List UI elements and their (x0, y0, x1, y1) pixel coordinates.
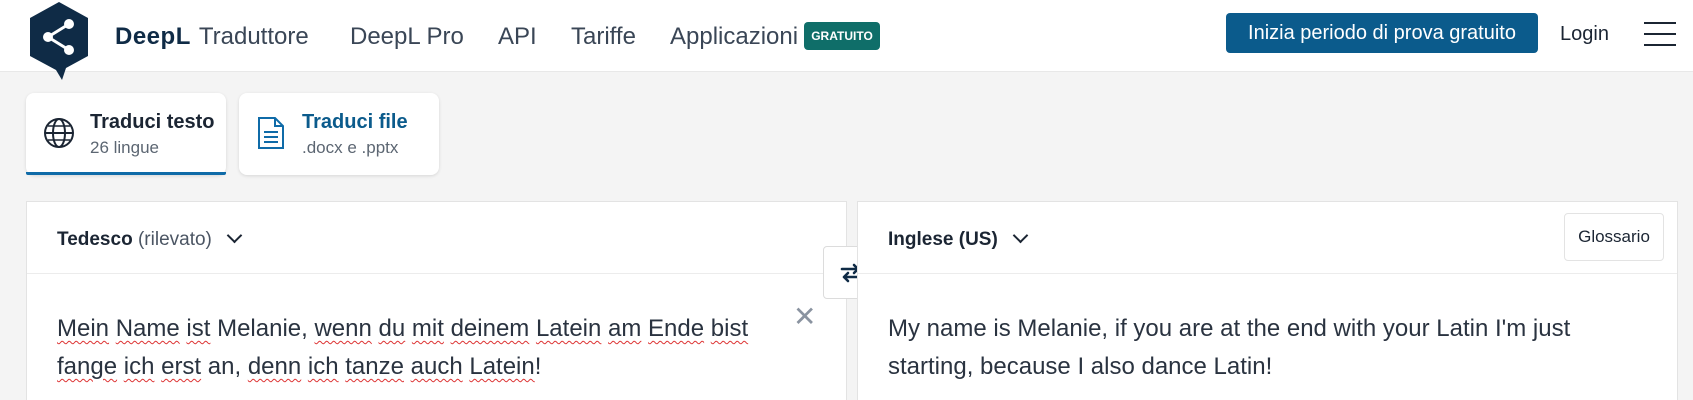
tab-translate-text[interactable]: Traduci testo 26 lingue (26, 93, 226, 175)
free-badge: GRATUITO (804, 22, 880, 50)
brand-product: Traduttore (198, 23, 309, 50)
tab-title: Traduci file (302, 111, 408, 133)
nav-deepl-pro[interactable]: DeepL Pro (350, 23, 464, 51)
source-textarea[interactable]: Mein Name ist Melanie, wenn du mit deine… (57, 310, 797, 386)
source-panel-header: Tedesco (rilevato) (27, 202, 846, 274)
brand-label: DeepL (115, 23, 191, 50)
nav-api[interactable]: API (498, 23, 537, 51)
source-language-selector[interactable]: Tedesco (rilevato) (57, 227, 243, 251)
close-icon[interactable]: ✕ (793, 300, 816, 333)
active-tab-indicator (26, 172, 226, 175)
chevron-down-icon (1012, 227, 1029, 244)
tab-translate-file[interactable]: Traduci file .docx e .pptx (239, 93, 439, 175)
target-translation-text[interactable]: My name is Melanie, if you are at the en… (888, 310, 1648, 386)
nav-applicazioni[interactable]: Applicazioni (670, 23, 798, 51)
tab-title: Traduci testo (90, 111, 215, 133)
source-language: Tedesco (57, 229, 133, 250)
chevron-down-icon (226, 227, 243, 244)
login-link[interactable]: Login (1560, 23, 1609, 46)
nav-tariffe[interactable]: Tariffe (571, 23, 636, 51)
document-icon (258, 117, 284, 149)
source-detected-label: (rilevato) (137, 229, 212, 250)
start-trial-button[interactable]: Inizia periodo di prova gratuito (1226, 13, 1538, 53)
top-bar: DeepL Traduttore DeepL Pro API Tariffe Ap… (0, 0, 1693, 80)
brand-name[interactable]: DeepL Traduttore (115, 23, 309, 51)
source-panel: Tedesco (rilevato) Mein Name ist Melanie… (26, 201, 847, 400)
glossary-button[interactable]: Glossario (1564, 213, 1664, 261)
target-panel-header: Inglese (US) (858, 202, 1677, 274)
target-panel: Inglese (US) My name is Melanie, if you … (857, 201, 1678, 400)
deepl-logo-icon[interactable] (26, 0, 92, 82)
target-language: Inglese (US) (888, 229, 998, 250)
globe-icon (44, 118, 74, 148)
tab-subtitle: 26 lingue (90, 138, 160, 157)
target-language-selector[interactable]: Inglese (US) (888, 227, 1029, 251)
tab-subtitle: .docx e .pptx (302, 138, 399, 157)
hamburger-menu-icon[interactable] (1644, 22, 1676, 48)
